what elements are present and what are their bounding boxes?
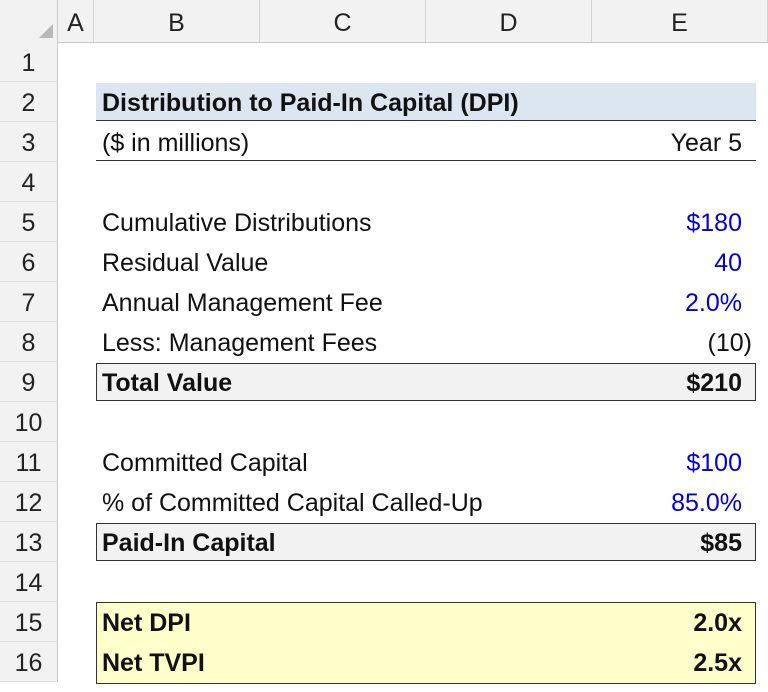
net-dpi-value[interactable]: 2.0x xyxy=(693,602,742,642)
row-header-12[interactable]: 12 xyxy=(0,482,58,522)
units-label-cell[interactable]: ($ in millions) xyxy=(102,122,249,162)
row-header-6[interactable]: 6 xyxy=(0,242,58,282)
title-cell[interactable]: Distribution to Paid-In Capital (DPI) xyxy=(102,82,519,122)
row-header-1[interactable]: 1 xyxy=(0,42,58,82)
residual-value-value[interactable]: 40 xyxy=(714,242,742,282)
row-header-8[interactable]: 8 xyxy=(0,322,58,362)
management-fees-label[interactable]: Less: Management Fees xyxy=(102,322,377,362)
management-fees-value[interactable]: (10) xyxy=(708,322,752,362)
net-tvpi-value[interactable]: 2.5x xyxy=(693,642,742,682)
column-header-c[interactable]: C xyxy=(260,0,426,42)
select-all-icon xyxy=(39,24,53,38)
paid-in-capital-value[interactable]: $85 xyxy=(700,522,742,562)
net-dpi-label[interactable]: Net DPI xyxy=(102,602,191,642)
column-header-b[interactable]: B xyxy=(94,0,260,42)
row-header-9[interactable]: 9 xyxy=(0,362,58,402)
pct-called-up-value[interactable]: 85.0% xyxy=(671,482,742,522)
cumulative-distributions-value[interactable]: $180 xyxy=(686,202,742,242)
row-header-16[interactable]: 16 xyxy=(0,642,58,682)
column-header-a[interactable]: A xyxy=(58,0,94,42)
cumulative-distributions-label[interactable]: Cumulative Distributions xyxy=(102,202,372,242)
row-header-7[interactable]: 7 xyxy=(0,282,58,322)
row-header-4[interactable]: 4 xyxy=(0,162,58,202)
residual-value-label[interactable]: Residual Value xyxy=(102,242,268,282)
net-tvpi-label[interactable]: Net TVPI xyxy=(102,642,205,682)
committed-capital-label[interactable]: Committed Capital xyxy=(102,442,308,482)
select-all-corner[interactable] xyxy=(0,0,58,42)
row-header-3[interactable]: 3 xyxy=(0,122,58,162)
paid-in-capital-label[interactable]: Paid-In Capital xyxy=(102,522,276,562)
row-header-13[interactable]: 13 xyxy=(0,522,58,562)
year-label-cell[interactable]: Year 5 xyxy=(671,122,742,162)
row-header-14[interactable]: 14 xyxy=(0,562,58,602)
spreadsheet-grid: A B C D E 1 2 3 4 5 6 7 8 9 10 11 12 13 … xyxy=(0,0,768,692)
row-header-10[interactable]: 10 xyxy=(0,402,58,442)
row-header-11[interactable]: 11 xyxy=(0,442,58,482)
pct-called-up-label[interactable]: % of Committed Capital Called-Up xyxy=(102,482,483,522)
column-header-d[interactable]: D xyxy=(426,0,592,42)
total-value-value[interactable]: $210 xyxy=(686,362,742,402)
column-header-e[interactable]: E xyxy=(592,0,768,42)
row-header-2[interactable]: 2 xyxy=(0,82,58,122)
row-header-5[interactable]: 5 xyxy=(0,202,58,242)
annual-management-fee-label[interactable]: Annual Management Fee xyxy=(102,282,383,322)
total-value-label[interactable]: Total Value xyxy=(102,362,232,402)
annual-management-fee-value[interactable]: 2.0% xyxy=(685,282,742,322)
committed-capital-value[interactable]: $100 xyxy=(686,442,742,482)
row-header-15[interactable]: 15 xyxy=(0,602,58,642)
